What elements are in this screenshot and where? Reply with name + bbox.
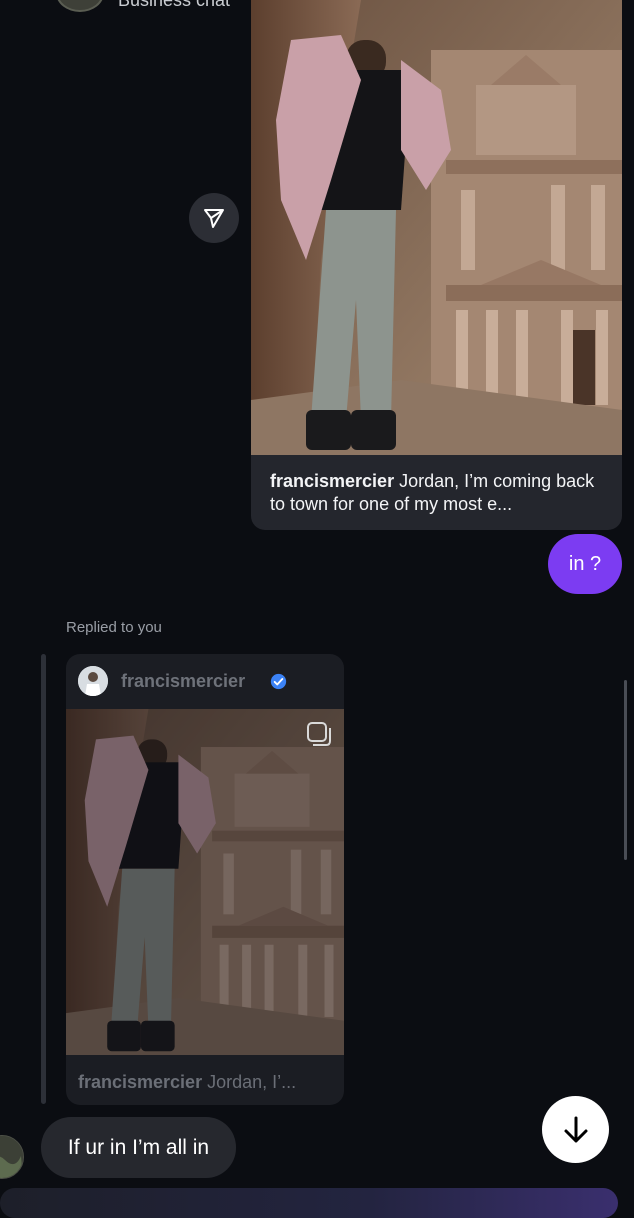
replied-post-image[interactable] — [66, 709, 344, 1055]
verified-badge-icon — [270, 673, 287, 690]
replied-post-caption: francismercier Jordan, I’... — [78, 1072, 338, 1093]
replied-post-card[interactable]: francismercier francismercier Jordan, I’… — [66, 654, 344, 1105]
arrow-down-icon — [564, 1116, 587, 1142]
sender-avatar[interactable] — [0, 1135, 24, 1179]
outgoing-message-text: in ? — [568, 552, 602, 575]
shared-post-caption: francismercier Jordan, I’m coming back t… — [270, 470, 610, 516]
header-title: Business chat — [118, 0, 231, 10]
message-composer[interactable] — [0, 1188, 618, 1218]
scroll-to-bottom-button[interactable] — [542, 1096, 609, 1163]
share-button[interactable] — [189, 193, 239, 243]
shared-post-username: francismercier — [270, 471, 395, 491]
replied-caption-text: Jordan, I’... — [207, 1072, 297, 1092]
replied-post-username: francismercier — [121, 671, 246, 691]
replied-to-you-label: Replied to you — [66, 619, 162, 636]
multiple-posts-icon — [307, 722, 331, 746]
shared-post-card[interactable]: francismercier Jordan, I’m coming back t… — [251, 0, 622, 530]
outgoing-message-bubble[interactable]: in ? — [548, 534, 622, 594]
replied-image-overlay — [66, 709, 344, 1055]
shared-post-image[interactable] — [251, 0, 622, 455]
replied-caption-username: francismercier — [78, 1072, 203, 1092]
incoming-message-bubble[interactable]: If ur in I’m all in — [41, 1117, 236, 1178]
header-avatar[interactable] — [56, 0, 104, 12]
scrollbar[interactable] — [624, 680, 627, 860]
paper-plane-icon — [204, 209, 224, 228]
replied-post-header: francismercier — [66, 654, 344, 709]
replied-post-avatar — [78, 666, 108, 696]
incoming-message-text: If ur in I’m all in — [67, 1135, 210, 1159]
reply-indicator-bar — [41, 654, 46, 1104]
